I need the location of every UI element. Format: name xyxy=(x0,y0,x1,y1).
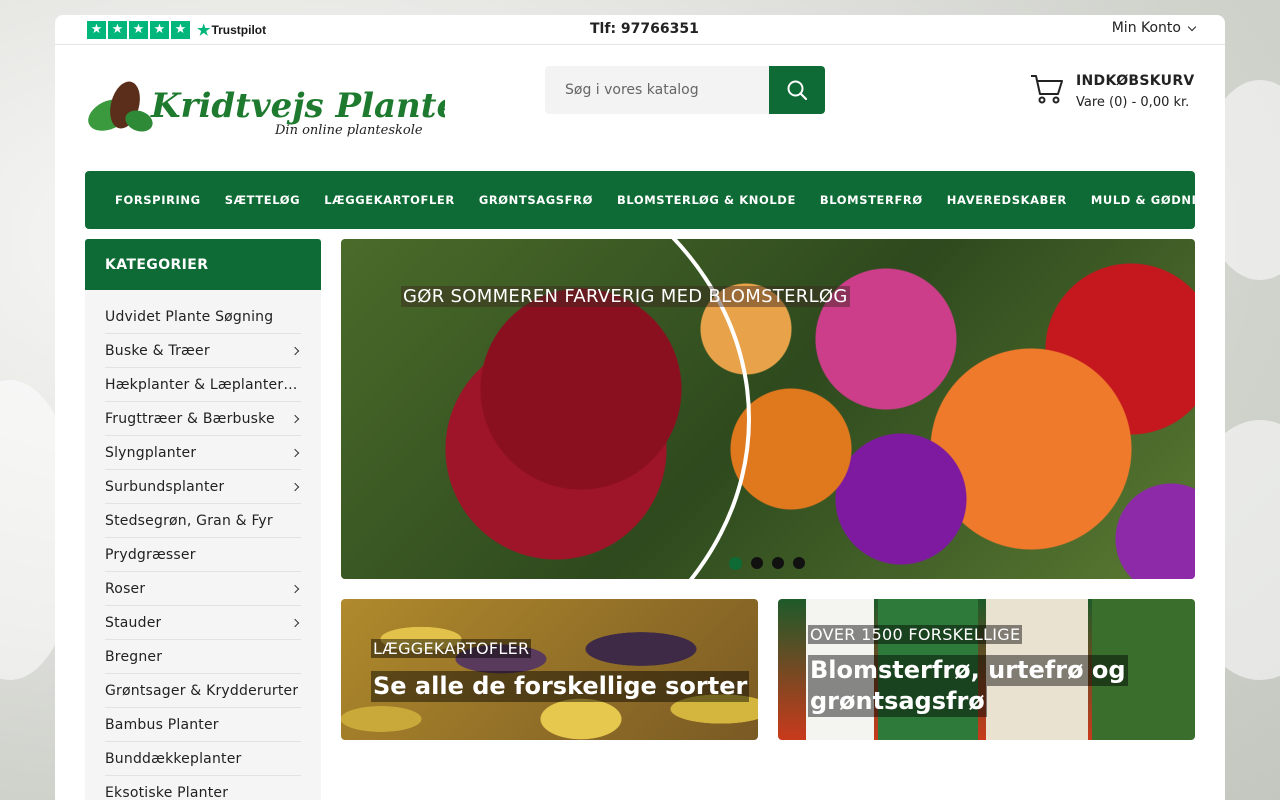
category-sidebar: KATEGORIER Udvidet Plante Søgning Buske … xyxy=(85,239,321,800)
category-label: Bambus Planter xyxy=(105,716,219,733)
banner-laeggekartofler[interactable]: LÆGGEKARTOFLER Se alle de forskellige so… xyxy=(341,599,758,740)
category-label: Grøntsager & Krydderurter xyxy=(105,682,299,699)
slider-dot[interactable] xyxy=(793,557,805,569)
category-item[interactable]: Bregner xyxy=(105,640,301,674)
trustpilot-rating[interactable]: ★ ★ ★ ★ ★ ★ Trustpilot xyxy=(87,21,266,39)
category-label: Frugttræer & Bærbuske xyxy=(105,410,275,427)
star-icon: ★ xyxy=(108,21,127,39)
search-bar xyxy=(545,66,825,114)
chevron-right-icon[interactable] xyxy=(290,346,300,355)
banner-title-line2: grøntsagsfrø xyxy=(808,686,987,717)
banner-subtitle: OVER 1500 FORSKELLIGE xyxy=(808,625,1023,644)
category-item[interactable]: Udvidet Plante Søgning xyxy=(105,300,301,334)
category-item[interactable]: Roser xyxy=(105,572,301,606)
banner-froe[interactable]: OVER 1500 FORSKELLIGE Blomsterfrø, urtef… xyxy=(778,599,1195,740)
category-item[interactable]: Hækplanter & Læplanter (... xyxy=(105,368,301,402)
category-item[interactable]: Slyngplanter xyxy=(105,436,301,470)
category-label: Stauder xyxy=(105,614,162,631)
nav-item-laeggekartofler[interactable]: LÆGGEKARTOFLER xyxy=(324,193,455,207)
star-icon: ★ xyxy=(129,21,148,39)
category-item[interactable]: Surbundsplanter xyxy=(105,470,301,504)
category-label: Prydgræsser xyxy=(105,546,196,563)
category-item[interactable]: Stauder xyxy=(105,606,301,640)
chevron-right-icon[interactable] xyxy=(290,482,300,491)
nav-item-haveredskaber[interactable]: HAVEREDSKABER xyxy=(947,193,1067,207)
hero-caption: GØR SOMMEREN FARVERIG MED BLOMSTERLØG xyxy=(401,286,850,307)
category-item[interactable]: Stedsegrøn, Gran & Fyr xyxy=(105,504,301,538)
main-nav: FORSPIRING SÆTTELØG LÆGGEKARTOFLER GRØNT… xyxy=(85,171,1216,229)
category-label: Surbundsplanter xyxy=(105,478,225,495)
logo-title: Kridtvejs Planter xyxy=(150,86,445,126)
category-item[interactable]: Prydgræsser xyxy=(105,538,301,572)
slider-dot[interactable] xyxy=(729,557,742,570)
banner-title-line1: Blomsterfrø, urtefrø og xyxy=(808,655,1128,686)
cart-title: INDKØBSKURV xyxy=(1076,73,1195,89)
search-icon xyxy=(787,80,808,101)
category-label: Eksotiske Planter xyxy=(105,784,229,800)
slider-dot[interactable] xyxy=(772,557,784,569)
star-icon: ★ xyxy=(171,21,190,39)
phone-number: Tlf: 97766351 xyxy=(590,21,699,37)
banner-subtitle: LÆGGEKARTOFLER xyxy=(371,639,532,658)
logo-tagline: Din online planteskole xyxy=(274,123,423,138)
page-container: ★ ★ ★ ★ ★ ★ Trustpilot Tlf: 97766351 Min… xyxy=(55,15,1225,800)
category-label: Hækplanter & Læplanter (... xyxy=(105,376,301,393)
banner-title: Se alle de forskellige sorter xyxy=(371,671,750,702)
category-label: Bregner xyxy=(105,648,163,665)
category-item[interactable]: Frugttræer & Bærbuske xyxy=(105,402,301,436)
category-label: Udvidet Plante Søgning xyxy=(105,308,274,325)
chevron-right-icon[interactable] xyxy=(290,414,300,423)
category-label: Roser xyxy=(105,580,146,597)
cart[interactable]: INDKØBSKURV Vare (0) - 0,00 kr. xyxy=(1030,73,1195,110)
nav-item-forspiring[interactable]: FORSPIRING xyxy=(115,193,201,207)
shopping-cart-icon xyxy=(1031,75,1063,104)
nav-item-blomsterfroe[interactable]: BLOMSTERFRØ xyxy=(820,193,923,207)
category-item[interactable]: Grøntsager & Krydderurter xyxy=(105,674,301,708)
chevron-right-icon[interactable] xyxy=(290,448,300,457)
category-label: Slyngplanter xyxy=(105,444,197,461)
category-item[interactable]: Bunddækkeplanter xyxy=(105,742,301,776)
category-item[interactable]: Bambus Planter xyxy=(105,708,301,742)
search-button[interactable] xyxy=(769,66,825,114)
sidebar-heading: KATEGORIER xyxy=(85,239,321,290)
slider-dot[interactable] xyxy=(751,557,763,569)
hero-slider[interactable]: GØR SOMMEREN FARVERIG MED BLOMSTERLØG xyxy=(341,239,1195,579)
search-input[interactable] xyxy=(545,66,769,114)
category-list: Udvidet Plante Søgning Buske & Træer Hæk… xyxy=(85,290,321,800)
account-label: Min Konto xyxy=(1111,20,1181,36)
nav-item-groentsagsfroe[interactable]: GRØNTSAGSFRØ xyxy=(479,193,593,207)
nav-item-saetteloeg[interactable]: SÆTTELØG xyxy=(225,193,301,207)
nav-item-blomsterloeg-knolde[interactable]: BLOMSTERLØG & KNOLDE xyxy=(617,193,796,207)
site-logo[interactable]: Kridtvejs Planter Din online planteskole xyxy=(85,79,478,141)
category-label: Stedsegrøn, Gran & Fyr xyxy=(105,512,273,529)
nav-item-muld-goedning[interactable]: MULD & GØDNING xyxy=(1091,193,1217,207)
star-icon: ★ xyxy=(150,21,169,39)
cart-summary: Vare (0) - 0,00 kr. xyxy=(1076,95,1190,110)
slider-dots xyxy=(729,557,805,570)
star-icon: ★ xyxy=(87,21,106,39)
chevron-down-icon xyxy=(1187,22,1197,31)
trustpilot-logo: ★ Trustpilot xyxy=(197,21,266,39)
category-item[interactable]: Buske & Træer xyxy=(105,334,301,368)
trustpilot-star-icon: ★ xyxy=(197,22,211,39)
category-item[interactable]: Eksotiske Planter xyxy=(105,776,301,800)
trustpilot-label: Trustpilot xyxy=(211,23,267,37)
chevron-right-icon[interactable] xyxy=(290,618,300,627)
category-label: Bunddækkeplanter xyxy=(105,750,242,767)
category-label: Buske & Træer xyxy=(105,342,210,359)
chevron-right-icon[interactable] xyxy=(290,584,300,593)
top-bar: ★ ★ ★ ★ ★ ★ Trustpilot Tlf: 97766351 Min… xyxy=(55,15,1225,45)
account-menu[interactable]: Min Konto xyxy=(1111,20,1197,36)
